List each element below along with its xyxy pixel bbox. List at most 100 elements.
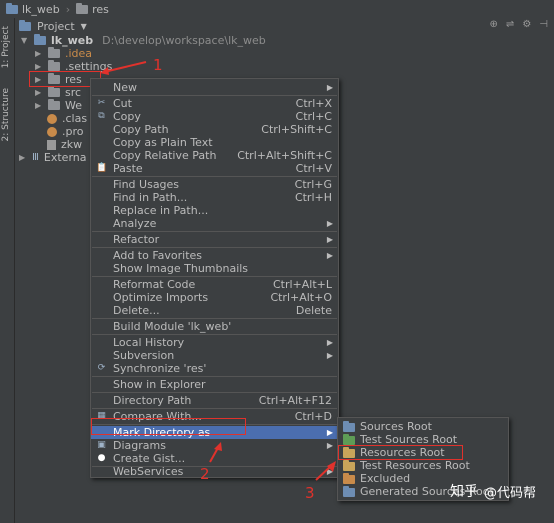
tree-item-label: .pro — [62, 125, 84, 138]
menu-item-subversion[interactable]: Subversion ▶ — [91, 349, 338, 362]
menu-item-build-module[interactable]: Build Module 'lk_web' — [91, 320, 338, 333]
tree-item[interactable]: ▶ src — [35, 86, 81, 99]
chevron-right-icon: ▶ — [326, 219, 333, 228]
tree-item-label: .idea — [65, 47, 93, 60]
chevron-right-icon: ▶ — [326, 251, 333, 260]
folder-icon — [48, 47, 60, 58]
tree-item-label: src — [65, 86, 82, 99]
annotation-number-3: 3 — [305, 484, 315, 502]
menu-item-find-usages[interactable]: Find Usages Ctrl+G — [91, 178, 338, 191]
menu-divider — [92, 247, 337, 248]
menu-item-find-in-path[interactable]: Find in Path... Ctrl+H — [91, 191, 338, 204]
annotation-box-resources-root — [338, 445, 463, 460]
tree-item-label: Externa — [43, 151, 87, 164]
github-icon: ● — [97, 453, 106, 463]
watermark: 知乎 @代码帮 — [450, 481, 536, 501]
menu-divider — [92, 334, 337, 335]
folder-icon — [48, 99, 60, 110]
copy-icon: ⧉ — [98, 111, 105, 121]
file-icon — [47, 113, 57, 124]
sync-icon[interactable]: ⊕ — [490, 19, 498, 30]
annotation-arrow-1 — [100, 61, 147, 75]
breadcrumb-folder-label: res — [92, 2, 109, 16]
menu-item-new[interactable]: New ▶ — [91, 81, 338, 94]
chevron-right-icon: ▶ — [326, 351, 333, 360]
chevron-down-icon[interactable]: ▼ — [21, 36, 29, 45]
menu-item-refactor[interactable]: Refactor ▶ — [91, 233, 338, 246]
chevron-right-icon: ▶ — [326, 441, 333, 450]
chevron-right-icon[interactable]: ▶ — [35, 62, 43, 71]
menu-item-reformat[interactable]: Reformat Code Ctrl+Alt+L — [91, 278, 338, 291]
tree-root-label: lk_web — [51, 34, 94, 47]
tree-item[interactable]: .pro — [47, 125, 84, 138]
menu-item-cut[interactable]: ✂ Cut Ctrl+X — [91, 97, 338, 110]
tree-item-label: We — [65, 99, 82, 112]
tree-item-label: .clas — [62, 112, 88, 125]
watermark-handle: @代码帮 — [483, 485, 536, 501]
submenu-item-test-resources-root[interactable]: Test Resources Root — [338, 459, 508, 472]
menu-item-copy[interactable]: ⧉ Copy Ctrl+C — [91, 110, 338, 123]
test-folder-icon — [343, 434, 355, 445]
menu-item-copy-relative[interactable]: Copy Relative Path Ctrl+Alt+Shift+C — [91, 149, 338, 162]
tree-external-libraries[interactable]: ▶ Ⅲ Externa — [19, 151, 87, 164]
module-folder-icon — [34, 34, 46, 45]
file-icon — [47, 139, 56, 150]
menu-divider — [92, 318, 337, 319]
menu-divider — [92, 95, 337, 96]
tree-root[interactable]: ▼ lk_web D:\develop\workspace\lk_web — [21, 34, 266, 47]
tree-item[interactable]: .clas — [47, 112, 87, 125]
chevron-right-icon[interactable]: ▶ — [19, 153, 27, 162]
menu-divider — [92, 176, 337, 177]
menu-item-directory-path[interactable]: Directory Path Ctrl+Alt+F12 — [91, 394, 338, 407]
sources-folder-icon — [343, 421, 355, 432]
collapse-icon[interactable]: ⇌ — [506, 19, 514, 30]
chevron-right-icon[interactable]: ▶ — [35, 88, 43, 97]
breadcrumb-project-label: lk_web — [22, 2, 60, 16]
chevron-down-icon[interactable]: ▼ — [81, 22, 87, 31]
navigation-bar: lk_web › res — [0, 0, 554, 19]
tree-item[interactable]: ▶ .idea — [35, 47, 92, 60]
menu-item-add-to-favorites[interactable]: Add to Favorites ▶ — [91, 249, 338, 262]
annotation-arrow-2 — [209, 442, 222, 463]
breadcrumb-folder[interactable]: res — [70, 2, 115, 16]
sync-icon: ⟳ — [97, 363, 106, 373]
tree-item-label: zkw — [61, 138, 83, 151]
hide-icon[interactable]: ⊣ — [539, 19, 548, 30]
tree-item[interactable]: zkw — [47, 138, 82, 151]
chevron-right-icon: ▶ — [326, 428, 333, 437]
chevron-right-icon: ▶ — [326, 235, 333, 244]
paste-icon: 📋 — [96, 163, 108, 173]
annotation-box-mark-directory — [91, 418, 246, 435]
menu-item-show-in-explorer[interactable]: Show in Explorer — [91, 378, 338, 391]
menu-divider — [92, 276, 337, 277]
menu-item-copy-plain[interactable]: Copy as Plain Text — [91, 136, 338, 149]
project-panel-title[interactable]: Project — [37, 20, 75, 33]
menu-item-synchronize[interactable]: ⟳ Synchronize 'res' — [91, 362, 338, 375]
menu-item-copy-path[interactable]: Copy Path Ctrl+Shift+C — [91, 123, 338, 136]
structure-tool-tab[interactable]: 2: Structure — [1, 88, 11, 142]
menu-item-optimize-imports[interactable]: Optimize Imports Ctrl+Alt+O — [91, 291, 338, 304]
submenu-item-sources-root[interactable]: Sources Root — [338, 420, 508, 433]
chevron-right-icon[interactable]: ▶ — [35, 101, 43, 110]
library-icon: Ⅲ — [32, 152, 39, 163]
menu-item-replace-in-path[interactable]: Replace in Path... — [91, 204, 338, 217]
menu-divider — [92, 231, 337, 232]
menu-item-show-thumbnails[interactable]: Show Image Thumbnails — [91, 262, 338, 275]
breadcrumb-project[interactable]: lk_web — [0, 2, 66, 16]
annotation-arrow-3 — [315, 461, 336, 481]
settings-icon[interactable]: ⚙ — [522, 19, 531, 30]
chevron-right-icon: ▶ — [326, 338, 333, 347]
test-resources-folder-icon — [343, 460, 355, 471]
project-tool-tab[interactable]: 1: Project — [1, 26, 11, 68]
project-icon — [19, 19, 31, 31]
file-icon — [47, 126, 57, 137]
menu-item-analyze[interactable]: Analyze ▶ — [91, 217, 338, 230]
menu-divider — [92, 408, 337, 409]
menu-item-local-history[interactable]: Local History ▶ — [91, 336, 338, 349]
chevron-right-icon[interactable]: ▶ — [35, 49, 43, 58]
tree-item[interactable]: ▶ We — [35, 99, 82, 112]
cut-icon: ✂ — [97, 98, 106, 108]
menu-item-delete[interactable]: Delete... Delete — [91, 304, 338, 317]
menu-item-paste[interactable]: 📋 Paste Ctrl+V — [91, 162, 338, 175]
excluded-folder-icon — [343, 473, 355, 484]
